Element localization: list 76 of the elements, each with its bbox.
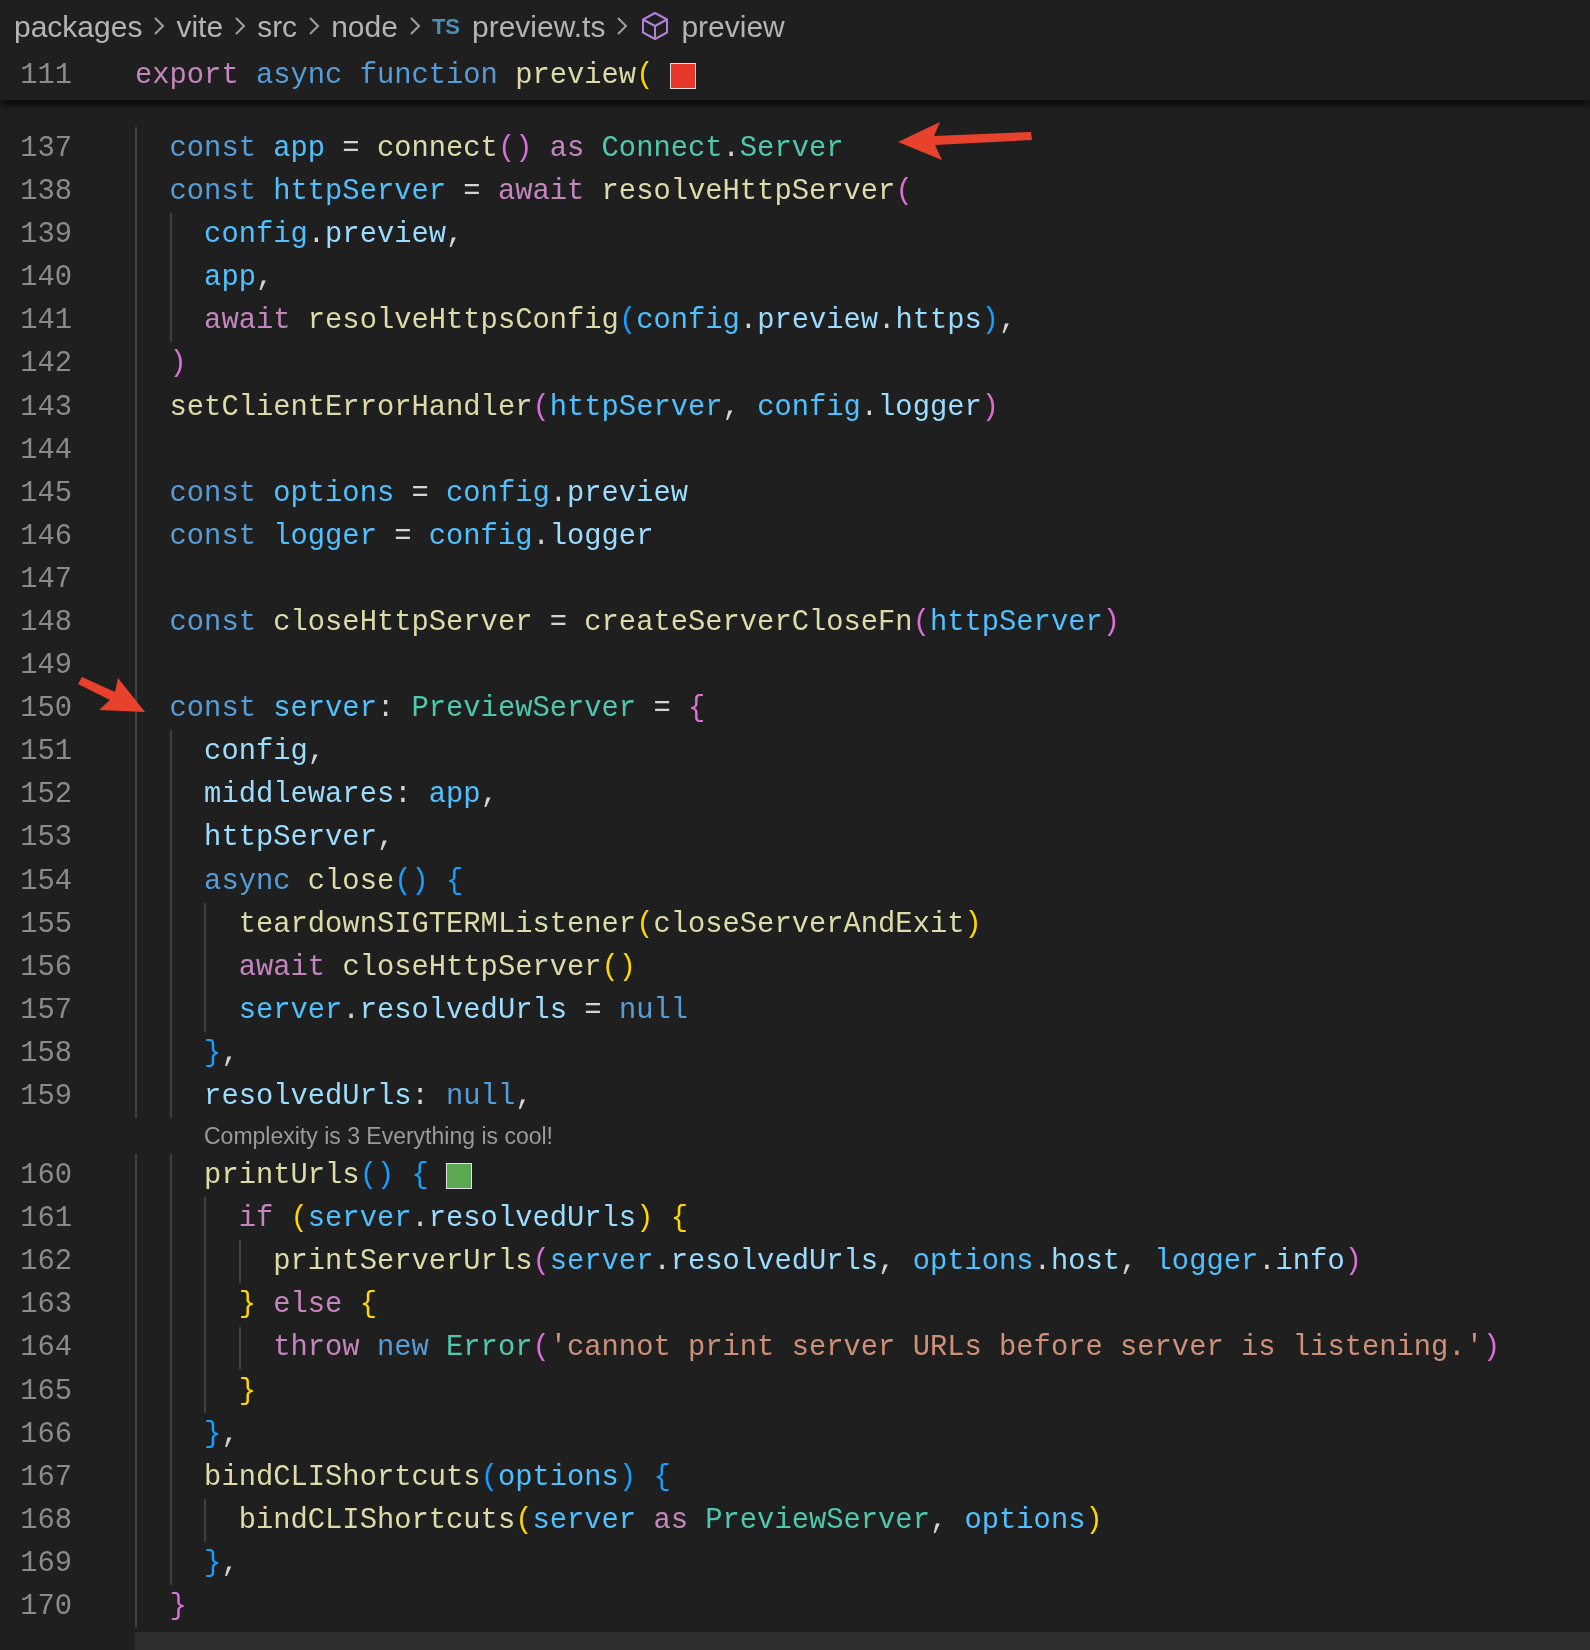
- line-number: 141: [19, 303, 72, 340]
- code-line: server.resolvedUrls = null: [237, 992, 688, 1029]
- code-line: config,: [203, 734, 326, 771]
- code-line: printUrls() {: [203, 1158, 429, 1195]
- breadcrumb-item[interactable]: packages: [14, 3, 143, 49]
- code-line: },: [203, 1035, 239, 1072]
- line-number: 163: [19, 1287, 72, 1324]
- line-number: 156: [19, 949, 72, 986]
- code-line: await closeHttpServer(): [237, 949, 637, 986]
- codelens-text[interactable]: Complexity is 3 Everything is cool!: [204, 1118, 553, 1154]
- code-line: const closeHttpServer = createServerCloseFn(httpServer): [168, 605, 1121, 641]
- code-line: setClientErrorHandler(httpServer, config.logger): [168, 389, 1000, 426]
- line-number: 150: [19, 691, 72, 728]
- line-number: 153: [19, 820, 72, 857]
- line-number: 160: [19, 1158, 72, 1195]
- code-line: bindCLIShortcuts(options) {: [203, 1459, 671, 1496]
- breadcrumb-item[interactable]: preview: [681, 3, 785, 49]
- code-line: if (server.resolvedUrls) {: [237, 1201, 688, 1238]
- line-number: 170: [19, 1589, 72, 1626]
- breadcrumb-item[interactable]: vite: [176, 3, 224, 49]
- line-number: 145: [19, 475, 72, 512]
- code-line: config.preview,: [203, 217, 464, 254]
- line-number: 159: [19, 1079, 72, 1115]
- line-number: 168: [19, 1502, 72, 1539]
- code-line: httpServer,: [203, 820, 395, 857]
- annotation-arrow: [78, 677, 145, 712]
- line-number: 161: [19, 1201, 72, 1238]
- code-line: throw new Error('cannot print server URLs before server is listening.'): [272, 1330, 1501, 1367]
- line-number: 139: [19, 217, 72, 254]
- line-number: 157: [19, 992, 72, 1029]
- line-number: 155: [19, 906, 72, 943]
- line-number: 142: [19, 346, 72, 383]
- line-number: 164: [19, 1330, 72, 1367]
- line-number: 154: [19, 863, 72, 900]
- code-line: async close() {: [203, 863, 464, 900]
- code-line: middlewares: app,: [203, 777, 498, 814]
- line-number: 158: [19, 1035, 72, 1072]
- code-line: bindCLIShortcuts(server as PreviewServer, options): [237, 1502, 1103, 1539]
- breadcrumb-item[interactable]: preview.ts: [472, 3, 606, 49]
- code-line: const options = config.preview: [168, 475, 688, 512]
- line-number: 147: [19, 561, 72, 598]
- code-line: const httpServer = await resolveHttpServer(: [168, 174, 913, 211]
- line-number: 165: [19, 1373, 72, 1410]
- code-line: const app = connect() as Connect.Server: [168, 130, 844, 167]
- breadcrumb-item[interactable]: node: [331, 3, 398, 49]
- code-line: },: [203, 1545, 239, 1582]
- line-number: 149: [19, 648, 72, 685]
- line-number: 138: [19, 174, 72, 211]
- line-number: 166: [19, 1416, 72, 1453]
- code-line: const server: PreviewServer = {: [168, 691, 706, 728]
- code-line: }: [237, 1373, 256, 1410]
- line-number: 151: [19, 734, 72, 771]
- code-line: app,: [203, 260, 274, 297]
- code-line: } else {: [237, 1287, 377, 1324]
- line-number: 169: [19, 1545, 72, 1582]
- code-line: await resolveHttpsConfig(config.preview.https),: [203, 303, 1017, 340]
- code-line: }: [168, 1589, 187, 1626]
- line-number: 167: [19, 1459, 72, 1496]
- breadcrumb-item[interactable]: src: [257, 3, 298, 49]
- code-line: export async function preview(: [135, 58, 654, 95]
- code-line: teardownSIGTERMListener(closeServerAndExit): [237, 906, 982, 943]
- line-number: 143: [19, 389, 72, 426]
- line-number: 148: [19, 605, 72, 641]
- line-number: 140: [19, 260, 72, 297]
- code-line: printServerUrls(server.resolvedUrls, options.host, logger.info): [272, 1244, 1362, 1281]
- code-line: const logger = config.logger: [168, 518, 654, 555]
- line-number: 152: [19, 777, 72, 814]
- line-number: 111: [19, 58, 72, 95]
- code-line: ): [168, 346, 187, 383]
- line-number: 144: [19, 432, 72, 469]
- code-line: resolvedUrls: null,: [203, 1079, 533, 1115]
- line-number: 146: [19, 518, 72, 555]
- line-number: 137: [19, 130, 72, 167]
- file-type-icon: TS: [431, 9, 460, 43]
- code-line: },: [203, 1416, 239, 1453]
- line-number: 162: [19, 1244, 72, 1281]
